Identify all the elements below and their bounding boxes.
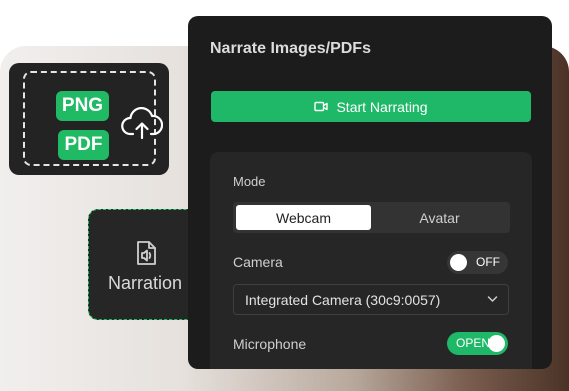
camera-label: Camera xyxy=(233,254,283,270)
audio-document-icon xyxy=(137,241,156,265)
png-badge: PNG xyxy=(56,91,109,121)
mode-option-avatar[interactable]: Avatar xyxy=(372,205,507,230)
upload-card[interactable]: PNG PDF xyxy=(9,63,169,175)
pdf-badge: PDF xyxy=(58,130,109,160)
cloud-upload-icon[interactable] xyxy=(121,107,163,141)
narrate-panel: Narrate Images/PDFs Start Narrating Mode… xyxy=(188,16,552,369)
chevron-down-icon xyxy=(487,296,498,302)
microphone-toggle-state: OPEN xyxy=(456,336,491,350)
mode-option-webcam[interactable]: Webcam xyxy=(236,205,371,230)
microphone-toggle-knob xyxy=(488,335,505,352)
camera-toggle-knob xyxy=(450,254,467,271)
camera-toggle[interactable]: OFF xyxy=(447,251,508,274)
narration-label: Narration xyxy=(107,273,183,293)
video-camera-icon xyxy=(314,101,329,112)
mode-segmented-control: Webcam Avatar xyxy=(233,202,510,233)
narration-card[interactable]: Narration xyxy=(88,209,202,320)
microphone-label: Microphone xyxy=(233,336,307,352)
start-narrating-button[interactable]: Start Narrating xyxy=(211,91,531,122)
camera-toggle-state: OFF xyxy=(476,255,500,269)
microphone-toggle[interactable]: OPEN xyxy=(447,332,508,355)
mode-label: Mode xyxy=(233,174,266,189)
camera-select[interactable]: Integrated Camera (30c9:0057) xyxy=(233,284,509,315)
start-narrating-label: Start Narrating xyxy=(336,98,428,115)
panel-title: Narrate Images/PDFs xyxy=(210,40,371,57)
camera-select-value: Integrated Camera (30c9:0057) xyxy=(245,292,441,308)
settings-section: Mode Webcam Avatar Camera OFF Integrated… xyxy=(210,152,532,369)
upload-dropzone[interactable]: PNG PDF xyxy=(23,71,163,166)
